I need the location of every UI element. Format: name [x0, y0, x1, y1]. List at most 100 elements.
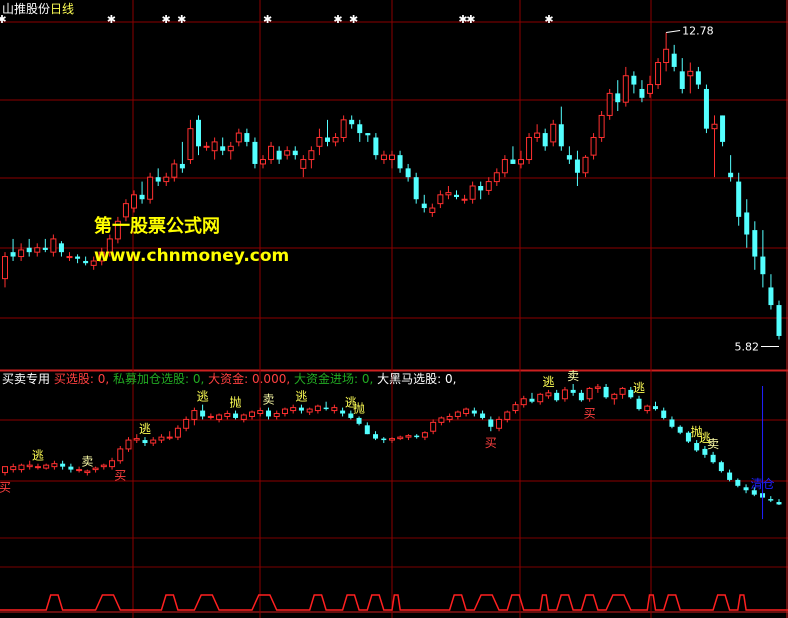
price-candle — [631, 75, 637, 85]
price-candle — [526, 136, 533, 161]
price-candle — [155, 177, 161, 182]
indicator-candle — [727, 472, 733, 480]
indicator-candle — [710, 454, 716, 463]
indicator-candle — [561, 389, 568, 400]
price-candle — [187, 128, 194, 161]
price-candle — [663, 48, 670, 64]
indicator-candle — [84, 470, 91, 474]
signal-label: 清仓 — [751, 477, 775, 491]
price-candle — [276, 150, 282, 160]
indicator-candle — [92, 467, 99, 471]
high-pointer — [666, 30, 681, 34]
price-candle — [510, 159, 516, 164]
indicator-candle — [109, 460, 116, 468]
price-candle — [292, 150, 298, 156]
indicator-candle — [504, 411, 511, 420]
indicator-candle — [257, 410, 264, 415]
price-candle — [590, 136, 597, 156]
price-candle — [380, 154, 387, 161]
price-candle — [687, 70, 694, 77]
price-candle — [179, 163, 185, 169]
signal-label: 卖 — [707, 437, 719, 451]
indicator-candle — [224, 413, 231, 417]
indicator-candle — [43, 464, 50, 469]
indicator-candle — [471, 410, 477, 414]
star-marker: ✱ — [466, 13, 475, 26]
indicator-candle — [298, 407, 304, 411]
price-candle — [534, 132, 541, 138]
watermark-url[interactable]: www.chnmoney.com — [94, 246, 289, 266]
indicator-candle — [480, 413, 486, 418]
price-candle — [469, 185, 476, 200]
indicator-candle — [133, 438, 140, 441]
price-candle — [478, 186, 484, 191]
indicator-candle — [306, 408, 313, 413]
price-candle — [211, 141, 218, 152]
price-candle — [220, 146, 226, 151]
indicator-candle — [100, 464, 107, 468]
signal-label: 卖 — [81, 455, 93, 469]
price-candle — [429, 207, 436, 213]
indicator-candle — [718, 462, 724, 472]
signal-label: 抛 — [353, 400, 365, 415]
period-label: 日线 — [50, 2, 75, 16]
indicator-candle — [240, 414, 247, 420]
price-candle — [550, 123, 557, 143]
indicator-bar: 买卖专用 买选股: 0, 私募加仓选股: 0, 大资金: 0.000, 大资金进… — [2, 372, 456, 386]
price-candle — [163, 176, 170, 183]
price-candle — [58, 243, 64, 253]
price-candle — [647, 84, 653, 94]
indicator-candle — [768, 499, 774, 501]
indicator-candle — [776, 502, 782, 505]
indicator-candle — [10, 466, 17, 471]
signal-label: 逃 — [32, 449, 44, 463]
indicator-candle — [537, 393, 544, 403]
price-candle — [308, 150, 315, 161]
price-candle — [421, 203, 427, 209]
price-candle — [18, 249, 25, 258]
signal-label: 买 — [584, 407, 596, 421]
signal-label: 买 — [485, 436, 497, 450]
indicator-candle — [166, 436, 173, 439]
indicator-candle — [636, 398, 642, 410]
price-candle — [461, 198, 468, 201]
price-candle — [493, 172, 500, 183]
indicator-candle — [488, 419, 494, 427]
price-candle — [373, 137, 379, 156]
price-candle — [227, 145, 234, 152]
price-candle — [260, 159, 266, 165]
price-candle — [26, 247, 32, 253]
indicator-item-dark-horse: 大黑马选股: 0, — [377, 372, 457, 386]
signal-label: 买 — [114, 469, 126, 483]
indicator-candle — [18, 464, 25, 471]
price-candle — [357, 124, 363, 134]
low-label: 5.82 — [735, 340, 760, 353]
price-candle — [397, 155, 403, 169]
price-candle — [203, 145, 210, 148]
star-markers: ✱ ✱ ✱ ✱ ✱ ✱ ✱ ✱✱ ✱ — [0, 13, 554, 26]
star-marker: ✱ — [544, 13, 553, 26]
price-candle — [131, 194, 137, 209]
indicator-candle — [26, 464, 33, 468]
price-candle — [437, 194, 444, 205]
signal-label: 逃 — [633, 381, 645, 395]
price-candle — [244, 133, 250, 142]
indicator-candle — [603, 386, 609, 398]
price-candle — [83, 260, 89, 264]
price-candle — [300, 159, 307, 169]
indicator-candle — [446, 415, 453, 420]
price-candle — [518, 159, 524, 165]
price-candle — [728, 172, 734, 178]
stock-chart[interactable]: ✱ ✱ ✱ ✱ ✱ ✱ ✱ ✱✱ ✱ 12.785.82 买逃 卖买逃逃抛卖逃逃抛买逃 卖买逃抛逃卖… — [0, 0, 788, 618]
indicator-candle — [570, 389, 576, 393]
indicator-candle — [60, 463, 66, 467]
price-candle — [445, 192, 452, 196]
price-candle — [332, 136, 339, 143]
star-marker: ✱ — [333, 13, 342, 26]
indicator-item-big-fund-enter: 大资金进场: 0, — [293, 372, 374, 386]
price-candle — [196, 119, 201, 147]
price-candle — [66, 256, 73, 259]
indicator-candle — [594, 386, 601, 389]
indicator-candle — [496, 418, 503, 429]
price-candle — [574, 159, 580, 173]
